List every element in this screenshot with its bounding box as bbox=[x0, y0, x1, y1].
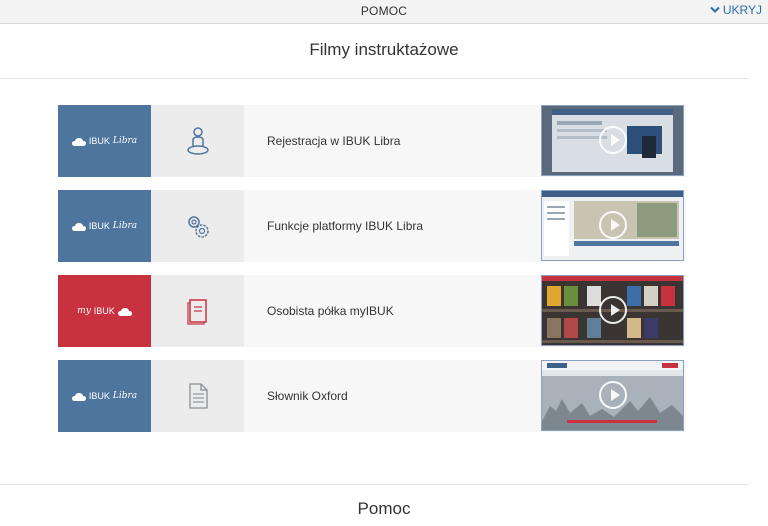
brand-name: IBUK bbox=[88, 221, 110, 231]
video-row-mybook-shelf[interactable]: my IBUK Osobista półka myIBUK bbox=[58, 275, 686, 347]
brand-name: IBUK bbox=[93, 306, 115, 316]
gears-icon bbox=[187, 216, 209, 238]
brand-script: Libra bbox=[112, 391, 138, 401]
ibuk-libra-logo: IBUK Libra bbox=[58, 190, 151, 262]
divider bbox=[0, 78, 748, 79]
video-row-oxford-dictionary[interactable]: IBUK Libra Słownik Oxford bbox=[58, 360, 686, 432]
cloud-icon bbox=[71, 222, 86, 231]
cloud-icon bbox=[71, 392, 86, 401]
brand-name: IBUK bbox=[88, 136, 110, 146]
cloud-icon bbox=[71, 137, 86, 146]
top-bar-title: POMOC bbox=[360, 4, 408, 18]
brand-name: IBUK bbox=[88, 391, 110, 401]
video-thumbnail[interactable] bbox=[541, 275, 684, 346]
video-title: Funkcje platformy IBUK Libra bbox=[267, 219, 424, 233]
play-icon[interactable] bbox=[599, 126, 627, 154]
video-row-features[interactable]: IBUK Libra Funkcje platformy IBUK Libra bbox=[58, 190, 686, 262]
brand-script: Libra bbox=[112, 221, 138, 231]
hide-button-label: UKRYJ bbox=[722, 3, 762, 17]
document-icon bbox=[188, 383, 208, 409]
cloud-icon bbox=[117, 307, 132, 316]
brand-script: Libra bbox=[112, 136, 138, 146]
video-row-registration[interactable]: IBUK Libra Rejestracja w IBUK Libra bbox=[58, 105, 686, 177]
video-title: Osobista półka myIBUK bbox=[267, 304, 394, 318]
video-title: Rejestracja w IBUK Libra bbox=[267, 134, 401, 148]
document-icon-box bbox=[151, 360, 244, 432]
ibuk-libra-logo: IBUK Libra bbox=[58, 360, 151, 432]
section-title-videos: Filmy instruktażowe bbox=[309, 40, 459, 59]
play-icon[interactable] bbox=[599, 211, 627, 239]
video-title: Słownik Oxford bbox=[267, 389, 348, 403]
ibuk-libra-logo: IBUK Libra bbox=[58, 105, 151, 177]
hide-button[interactable]: UKRYJ bbox=[710, 3, 762, 17]
video-thumbnail[interactable] bbox=[541, 360, 684, 431]
user-icon-box bbox=[151, 105, 244, 177]
play-icon[interactable] bbox=[599, 381, 627, 409]
gears-icon-box bbox=[151, 190, 244, 262]
top-bar: POMOC UKRYJ bbox=[0, 0, 768, 24]
play-icon[interactable] bbox=[599, 296, 627, 324]
chevron-down-icon bbox=[710, 6, 720, 13]
brand-script: my bbox=[77, 306, 91, 316]
video-list: IBUK Libra Rejestracja w IBUK Libra IBUK… bbox=[58, 105, 686, 445]
myibuk-logo: my IBUK bbox=[58, 275, 151, 347]
user-icon bbox=[186, 127, 209, 155]
video-thumbnail[interactable] bbox=[541, 105, 684, 176]
book-icon-box bbox=[151, 275, 244, 347]
video-thumbnail[interactable] bbox=[541, 190, 684, 261]
section-title-help: Pomoc bbox=[357, 499, 411, 518]
divider bbox=[0, 484, 748, 485]
book-icon bbox=[186, 299, 207, 325]
